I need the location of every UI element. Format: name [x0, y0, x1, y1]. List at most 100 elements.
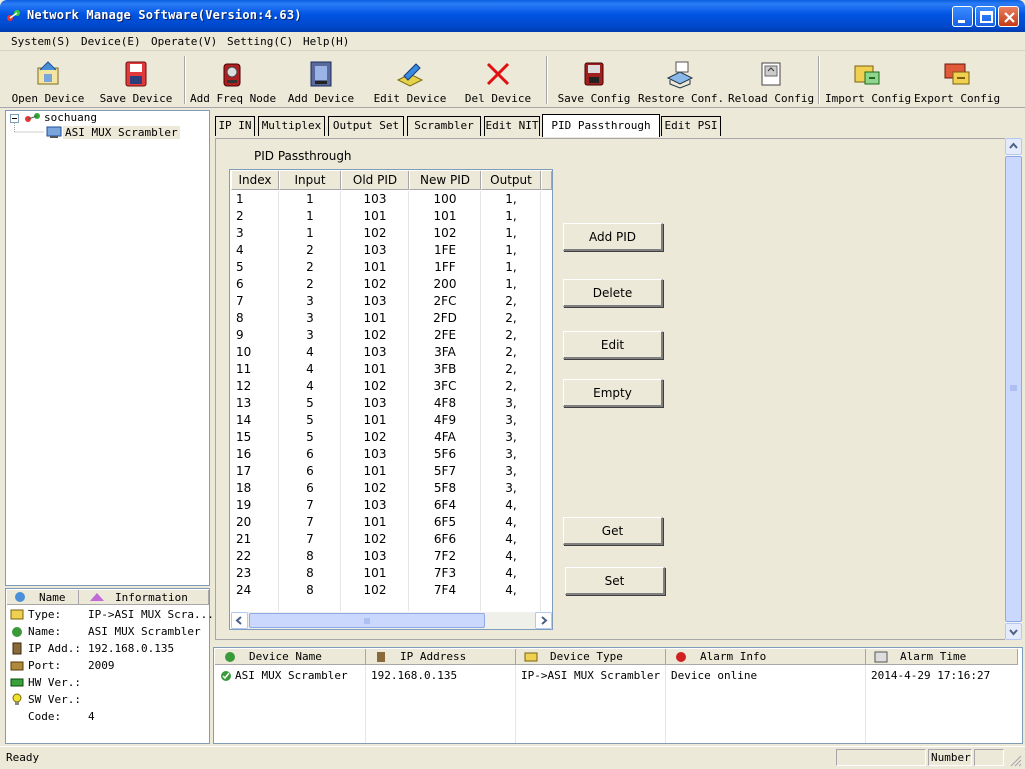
scroll-thumb[interactable] — [249, 613, 485, 628]
save-config-button[interactable]: Save Config — [556, 56, 632, 106]
edit-device-button[interactable]: Edit Device — [370, 56, 450, 106]
menu-help[interactable]: Help(H) — [303, 35, 349, 48]
table-row[interactable]: 8 3 101 2FD 2, — [231, 310, 552, 327]
scroll-right-button[interactable] — [535, 612, 552, 629]
info-header-name[interactable]: Name — [7, 590, 79, 605]
del-device-button[interactable]: Del Device — [462, 56, 534, 106]
cell-new-pid: 100 — [433, 192, 457, 206]
tab-edit-psi[interactable]: Edit PSI — [661, 116, 721, 136]
tab-scrambler[interactable]: Scrambler — [407, 116, 481, 136]
tab-output-set[interactable]: Output Set — [328, 116, 404, 136]
table-row[interactable]: 19 7 103 6F4 4, — [231, 497, 552, 514]
cell-new-pid: 6F5 — [433, 515, 457, 529]
table-row[interactable]: 11 4 101 3FB 2, — [231, 361, 552, 378]
cell-new-pid: 4F9 — [433, 413, 457, 427]
table-row[interactable]: 10 4 103 3FA 2, — [231, 344, 552, 361]
restore-conf-button[interactable]: Restore Conf. — [638, 56, 724, 106]
page-vscrollbar[interactable] — [1005, 138, 1022, 640]
resize-grip-icon[interactable] — [1008, 753, 1022, 767]
menu-operate[interactable]: Operate(V) — [151, 35, 217, 48]
table-row[interactable]: 5 2 101 1FF 1, — [231, 259, 552, 276]
table-row[interactable]: 3 1 102 102 1, — [231, 225, 552, 242]
table-row[interactable]: 14 5 101 4F9 3, — [231, 412, 552, 429]
cell-old-pid: 102 — [363, 226, 387, 240]
table-row[interactable]: 2 1 101 101 1, — [231, 208, 552, 225]
menu-setting[interactable]: Setting(C) — [227, 35, 293, 48]
cell-output: 2, — [505, 294, 517, 308]
table-row[interactable]: 21 7 102 6F6 4, — [231, 531, 552, 548]
tab-pid-passthrough[interactable]: PID Passthrough — [542, 114, 660, 137]
table-row[interactable]: 7 3 103 2FC 2, — [231, 293, 552, 310]
set-button[interactable]: Set — [565, 567, 665, 595]
open-device-button[interactable]: Open Device — [8, 56, 88, 106]
tab-edit-nit[interactable]: Edit NIT — [484, 116, 540, 136]
menu-device[interactable]: Device(E) — [81, 35, 141, 48]
table-row[interactable]: 1 1 103 100 1, — [231, 191, 552, 208]
toolbar: Open Device Save Device Add Freq Node Ad… — [0, 52, 1025, 108]
table-row[interactable]: 6 2 102 200 1, — [231, 276, 552, 293]
vscroll-thumb[interactable] — [1005, 156, 1022, 622]
port-icon — [10, 661, 24, 671]
table-row[interactable]: 18 6 102 5F8 3, — [231, 480, 552, 497]
table-row[interactable]: 15 5 102 4FA 3, — [231, 429, 552, 446]
table-row[interactable]: 24 8 102 7F4 4, — [231, 582, 552, 599]
title-bar: Network Manage Software(Version:4.63) — [0, 0, 1025, 32]
tree-node-asi-mux[interactable]: ASI MUX Scrambler — [63, 126, 180, 139]
log-header-device-type[interactable]: Device Type — [516, 649, 666, 665]
pid-table-hscrollbar[interactable] — [231, 612, 552, 629]
log-header-ip-address[interactable]: IP Address — [366, 649, 516, 665]
add-pid-button[interactable]: Add PID — [563, 223, 663, 251]
log-row[interactable]: ASI MUX Scrambler 192.168.0.135 IP->ASI … — [215, 667, 1021, 684]
column-header-new-pid[interactable]: New PID — [409, 171, 481, 190]
table-row[interactable]: 12 4 102 3FC 2, — [231, 378, 552, 395]
empty-button[interactable]: Empty — [563, 379, 663, 407]
hardware-icon — [10, 678, 24, 687]
cell-output: 2, — [505, 345, 517, 359]
edit-button[interactable]: Edit — [563, 331, 663, 359]
cell-new-pid: 3FC — [433, 379, 457, 393]
table-row[interactable]: 4 2 103 1FE 1, — [231, 242, 552, 259]
table-row[interactable]: 20 7 101 6F5 4, — [231, 514, 552, 531]
tab-multiplex[interactable]: Multiplex — [258, 116, 325, 136]
column-header-output[interactable]: Output — [481, 171, 541, 190]
tree-collapse-icon[interactable] — [10, 114, 19, 123]
menu-system[interactable]: System(S) — [11, 35, 71, 48]
type-icon — [10, 609, 24, 620]
save-device-button[interactable]: Save Device — [96, 56, 176, 106]
close-button[interactable] — [998, 6, 1019, 27]
table-row[interactable]: 23 8 101 7F3 4, — [231, 565, 552, 582]
log-header-alarm-time[interactable]: Alarm Time — [866, 649, 1018, 665]
scroll-up-button[interactable] — [1005, 138, 1022, 155]
tab-ip-in[interactable]: IP IN — [215, 116, 255, 136]
table-row[interactable]: 13 5 103 4F8 3, — [231, 395, 552, 412]
get-button[interactable]: Get — [563, 517, 663, 545]
cell-output: 2, — [505, 362, 517, 376]
maximize-button[interactable] — [975, 6, 996, 27]
table-row[interactable]: 17 6 101 5F7 3, — [231, 463, 552, 480]
table-row[interactable]: 16 6 103 5F6 3, — [231, 446, 552, 463]
info-header-information[interactable]: Information — [79, 590, 209, 605]
reload-config-button[interactable]: Reload Config — [728, 56, 814, 106]
scroll-left-button[interactable] — [231, 612, 248, 629]
delete-button[interactable]: Delete — [563, 279, 663, 307]
scroll-down-button[interactable] — [1005, 623, 1022, 640]
cell-index: 12 — [236, 379, 252, 393]
cell-output: 3, — [505, 413, 517, 427]
device-tree: sochuang ASI MUX Scrambler — [5, 110, 210, 586]
alarm-time-header-icon — [874, 651, 888, 663]
column-header-index[interactable]: Index — [231, 171, 279, 190]
arrow-left-icon — [235, 616, 242, 625]
log-header-alarm-info[interactable]: Alarm Info — [666, 649, 866, 665]
section-title: PID Passthrough — [254, 149, 352, 163]
column-header-old-pid[interactable]: Old PID — [341, 171, 409, 190]
add-device-button[interactable]: Add Device — [284, 56, 358, 106]
add-freq-node-button[interactable]: Add Freq Node — [190, 56, 276, 106]
export-config-button[interactable]: Export Config — [914, 56, 1000, 106]
cell-index: 10 — [236, 345, 252, 359]
table-row[interactable]: 22 8 103 7F2 4, — [231, 548, 552, 565]
minimize-button[interactable] — [952, 6, 973, 27]
table-row[interactable]: 9 3 102 2FE 2, — [231, 327, 552, 344]
column-header-input[interactable]: Input — [279, 171, 341, 190]
import-config-button[interactable]: Import Config — [825, 56, 911, 106]
log-header-device-name[interactable]: Device Name — [215, 649, 366, 665]
